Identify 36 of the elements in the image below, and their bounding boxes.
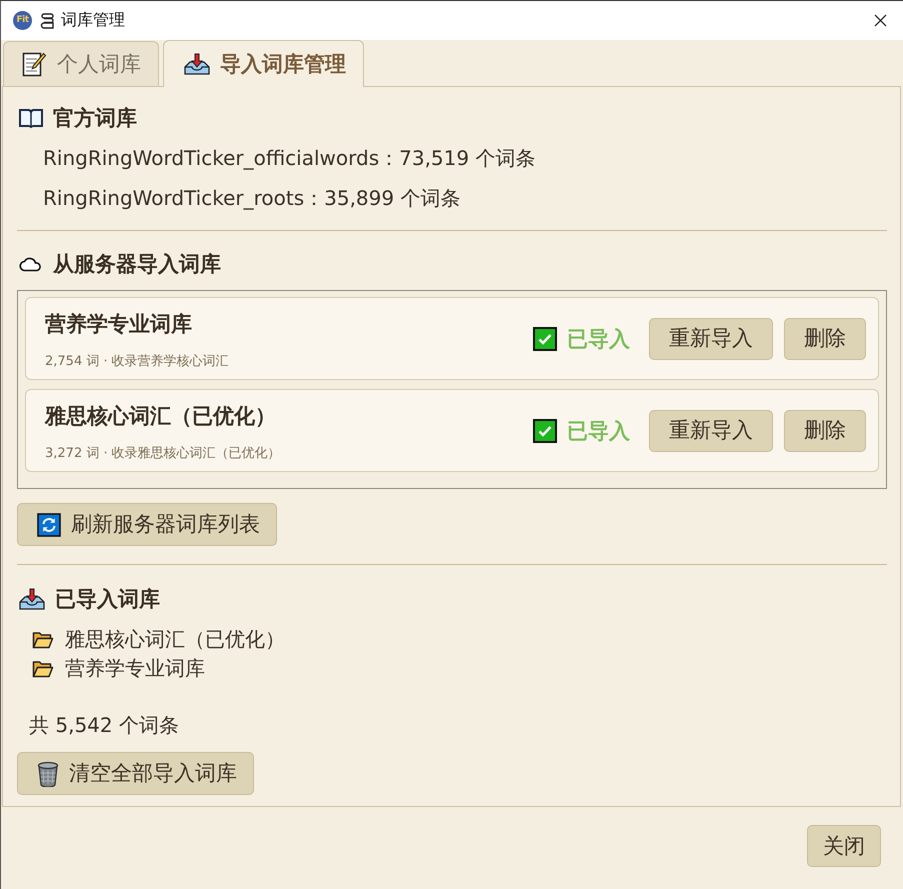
trash-icon xyxy=(37,760,59,786)
inbox-tray-icon xyxy=(19,588,45,610)
import-status: 已导入 xyxy=(567,326,630,352)
dictionary-name: 雅思核心词汇（已优化） xyxy=(45,403,276,430)
delete-button[interactable]: 删除 xyxy=(784,318,866,360)
tab[interactable]: 导入词库管理 xyxy=(163,40,364,87)
reimport-button[interactable]: 重新导入 xyxy=(649,410,773,452)
window-title: 词库管理 xyxy=(61,10,125,31)
refresh-icon xyxy=(37,512,61,536)
folder-icon xyxy=(32,660,54,678)
dictionary-name: 营养学专业词库 xyxy=(45,311,192,338)
book-icon xyxy=(19,108,43,128)
close-button[interactable]: 关闭 xyxy=(807,825,881,867)
cloud-icon xyxy=(19,256,43,272)
inbox-tray-icon xyxy=(184,53,210,75)
folder-icon xyxy=(32,630,54,648)
app-logo: Fit xyxy=(13,11,32,30)
imported-dictionary-item: 营养学专业词库 xyxy=(65,655,205,682)
clear-all-button[interactable]: 清空全部导入词库 xyxy=(17,752,254,795)
delete-button[interactable]: 删除 xyxy=(784,410,866,452)
imported-dictionary-item: 雅思核心词汇（已优化） xyxy=(65,626,285,653)
entry-total: 共 5,542 个词条 xyxy=(28,712,180,739)
refresh-list-button[interactable]: 刷新服务器词库列表 xyxy=(17,503,277,546)
dictionary-info-line: RingRingWordTicker_roots：35,899 个词条 xyxy=(42,185,462,212)
section-title: 已导入词库 xyxy=(55,586,160,613)
dictionary-details: 3,272 词 · 收录雅思核心词汇（已优化） xyxy=(45,445,281,463)
tab[interactable]: 个人词库 xyxy=(3,41,159,86)
stack-icon xyxy=(40,12,54,28)
close-icon xyxy=(874,14,886,27)
notepad-icon xyxy=(22,51,47,77)
dictionary-info-line: RingRingWordTicker_officialwords：73,519 个词条 xyxy=(42,145,536,172)
import-status: 已导入 xyxy=(567,418,630,444)
dictionary-details: 2,754 词 · 收录营养学核心词汇 xyxy=(45,353,229,371)
reimport-button[interactable]: 重新导入 xyxy=(649,318,773,360)
section-title: 官方词库 xyxy=(53,105,137,132)
section-title: 从服务器导入词库 xyxy=(53,251,221,278)
